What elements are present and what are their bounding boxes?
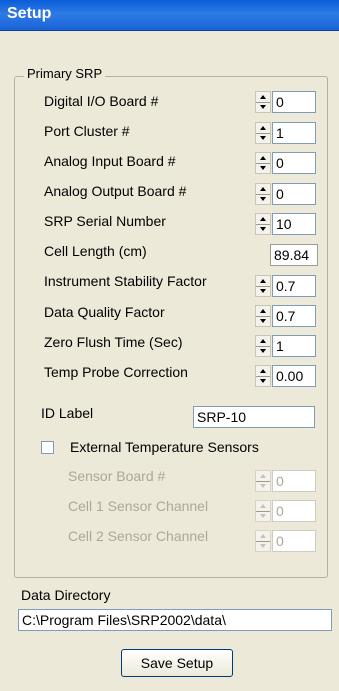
field-label-digital-io-board: Digital I/O Board # — [44, 93, 159, 109]
field-label-port-cluster: Port Cluster # — [44, 123, 130, 139]
save-setup-button[interactable]: Save Setup — [121, 649, 233, 677]
title-bar: Setup — [0, 0, 339, 31]
sensor-board-spinner[interactable] — [255, 470, 271, 492]
instrument-stability-factor-spinner[interactable] — [255, 275, 271, 297]
data-quality-factor-input[interactable]: 0.7 — [272, 305, 316, 327]
digital-io-board-input[interactable]: 0 — [272, 91, 316, 113]
data-directory-input[interactable]: C:\Program Files\SRP2002\data\ — [18, 609, 332, 631]
zero-flush-time-input[interactable]: 1 — [272, 335, 316, 357]
cell1-sensor-channel-spinner[interactable] — [255, 500, 271, 522]
field-label-analog-output-board: Analog Output Board # — [44, 183, 187, 199]
port-cluster-input[interactable]: 1 — [272, 122, 316, 144]
temp-probe-correction-input[interactable]: 0.00 — [272, 365, 316, 387]
field-label-data-quality-factor: Data Quality Factor — [44, 304, 165, 320]
field-label-cell-length: Cell Length (cm) — [44, 243, 147, 259]
cell2-sensor-channel-input[interactable]: 0 — [272, 530, 316, 552]
field-label-srp-serial-number: SRP Serial Number — [44, 213, 166, 229]
analog-output-board-spinner[interactable] — [255, 183, 271, 205]
temp-probe-correction-spinner[interactable] — [255, 365, 271, 387]
cell-length-value: 89.84 — [270, 244, 318, 266]
field-label-instrument-stability-factor: Instrument Stability Factor — [44, 273, 207, 289]
srp-serial-number-spinner[interactable] — [255, 213, 271, 235]
data-quality-factor-spinner[interactable] — [255, 305, 271, 327]
field-label-cell2-sensor-channel: Cell 2 Sensor Channel — [68, 528, 209, 544]
window-title: Setup — [7, 5, 52, 22]
external-sensors-checkbox[interactable] — [41, 441, 54, 454]
analog-input-board-input[interactable]: 0 — [272, 152, 316, 174]
id-label-label: ID Label — [41, 405, 94, 421]
id-label-input[interactable]: SRP-10 — [193, 406, 315, 428]
cell2-sensor-channel-spinner[interactable] — [255, 530, 271, 552]
analog-output-board-input[interactable]: 0 — [272, 183, 316, 205]
field-label-sensor-board: Sensor Board # — [68, 468, 166, 484]
data-directory-label: Data Directory — [21, 587, 111, 603]
external-sensors-label: External Temperature Sensors — [70, 439, 259, 455]
digital-io-board-spinner[interactable] — [255, 91, 271, 113]
field-label-temp-probe-correction: Temp Probe Correction — [44, 364, 188, 380]
cell1-sensor-channel-input[interactable]: 0 — [272, 500, 316, 522]
instrument-stability-factor-input[interactable]: 0.7 — [272, 275, 316, 297]
analog-input-board-spinner[interactable] — [255, 152, 271, 174]
field-label-zero-flush-time: Zero Flush Time (Sec) — [44, 334, 183, 350]
group-title: Primary SRP — [24, 66, 106, 81]
zero-flush-time-spinner[interactable] — [255, 335, 271, 357]
sensor-board-input[interactable]: 0 — [272, 470, 316, 492]
port-cluster-spinner[interactable] — [255, 122, 271, 144]
srp-serial-number-input[interactable]: 10 — [272, 213, 316, 235]
field-label-analog-input-board: Analog Input Board # — [44, 153, 176, 169]
field-label-cell1-sensor-channel: Cell 1 Sensor Channel — [68, 498, 209, 514]
